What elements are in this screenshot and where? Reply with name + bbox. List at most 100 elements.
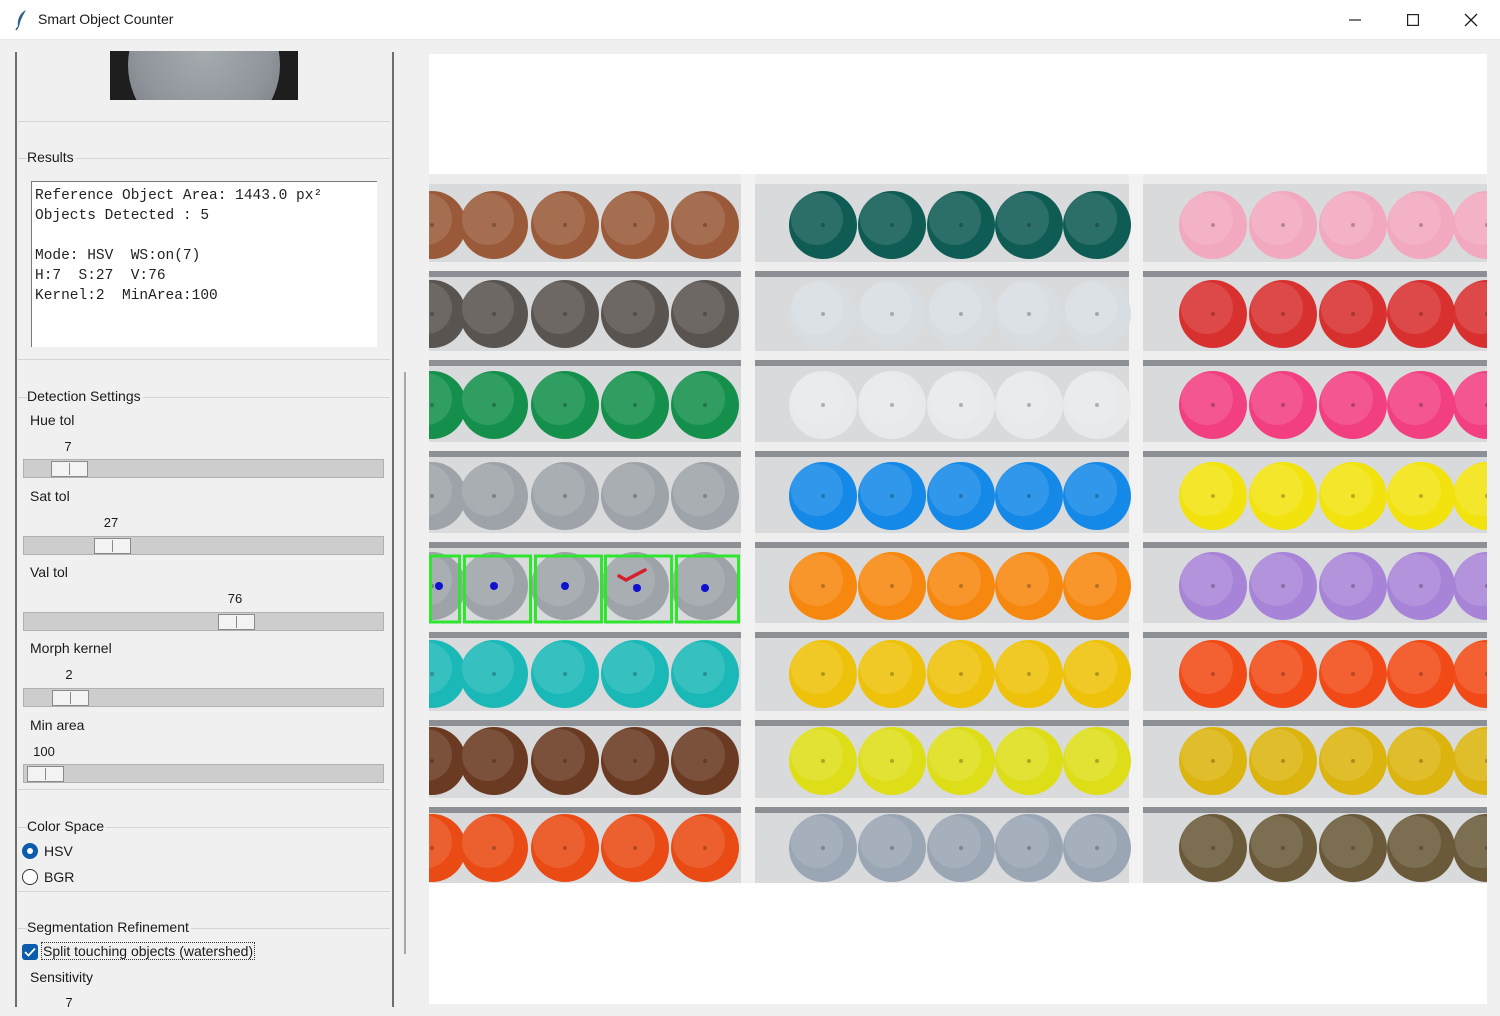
cap-center — [1211, 672, 1215, 676]
maximize-button[interactable] — [1384, 0, 1442, 40]
color-space-frame-label: Color Space — [27, 818, 107, 834]
cap-center — [1095, 846, 1099, 850]
cap-highlight — [533, 642, 585, 694]
cap-highlight — [603, 373, 655, 425]
cap-highlight — [1181, 373, 1233, 425]
slider-thumb[interactable] — [94, 538, 131, 554]
slider-thumb[interactable] — [52, 690, 89, 706]
cap-center — [1351, 494, 1355, 498]
shelf-edge — [429, 542, 1487, 548]
cap-center — [1095, 759, 1099, 763]
centroid-dot — [435, 582, 443, 590]
cap-center — [703, 312, 707, 316]
sat-tol-slider[interactable] — [23, 536, 384, 555]
cap-highlight — [1321, 193, 1373, 245]
cap-highlight — [791, 193, 843, 245]
cap-highlight — [929, 193, 981, 245]
cap-center — [703, 672, 707, 676]
cap-highlight — [1065, 373, 1117, 425]
bgr-radio-label[interactable]: BGR — [44, 869, 74, 885]
cap-highlight — [997, 193, 1049, 245]
slider-thumb[interactable] — [218, 614, 255, 630]
shelf-board — [429, 351, 1487, 360]
divider — [18, 359, 390, 360]
cap-center — [492, 846, 496, 850]
cap-highlight — [860, 816, 912, 868]
cap-highlight — [1065, 554, 1117, 606]
cap-highlight — [603, 816, 655, 868]
cap-center — [821, 759, 825, 763]
cap-highlight — [1181, 816, 1233, 868]
cap-center — [821, 312, 825, 316]
shelf-edge — [429, 451, 1487, 457]
cap-center — [430, 846, 434, 850]
cap-highlight — [860, 282, 912, 334]
cap-highlight — [1065, 642, 1117, 694]
cap-highlight — [1251, 282, 1303, 334]
results-line: Reference Object Area: 1443.0 px² — [35, 188, 323, 204]
cap-highlight — [462, 282, 514, 334]
cap-center — [1095, 223, 1099, 227]
shelf-board — [429, 623, 1487, 632]
cap-center — [890, 846, 894, 850]
cap-highlight — [1181, 729, 1233, 781]
hsv-radio[interactable] — [22, 843, 38, 859]
shelf-edge — [429, 360, 1487, 366]
results-line — [35, 226, 377, 246]
close-button[interactable] — [1442, 0, 1500, 40]
divider — [18, 121, 390, 122]
cap-center — [633, 846, 637, 850]
cap-center — [1351, 584, 1355, 588]
cap-highlight — [997, 554, 1049, 606]
cap-center — [430, 494, 434, 498]
cap-center — [1095, 403, 1099, 407]
min-area-label: Min area — [30, 717, 85, 733]
shelf-board — [429, 262, 1487, 271]
cap-highlight — [462, 373, 514, 425]
bgr-radio[interactable] — [22, 869, 38, 885]
watershed-checkbox-label[interactable]: Split touching objects (watershed) — [40, 942, 256, 960]
cap-center — [959, 403, 963, 407]
cap-center — [563, 846, 567, 850]
hsv-radio-label[interactable]: HSV — [44, 843, 73, 859]
cap-highlight — [462, 816, 514, 868]
cap-center — [1211, 494, 1215, 498]
cap-center — [1281, 759, 1285, 763]
cap-center — [1027, 403, 1031, 407]
cap-highlight — [673, 554, 725, 606]
slider-thumb[interactable] — [51, 461, 88, 477]
watershed-checkbox[interactable] — [22, 944, 38, 960]
cap-highlight — [1389, 464, 1441, 516]
panel-border-right — [392, 52, 394, 1007]
cap-highlight — [929, 729, 981, 781]
sensitivity-value: 7 — [65, 995, 73, 1010]
cap-highlight — [1321, 816, 1373, 868]
panel-scrollbar[interactable] — [404, 372, 406, 954]
cap-center — [821, 846, 825, 850]
results-text[interactable]: Reference Object Area: 1443.0 px² Objects… — [31, 181, 377, 347]
slider-thumb[interactable] — [27, 766, 64, 782]
cap-highlight — [929, 373, 981, 425]
cap-center — [1211, 312, 1215, 316]
centroid-dot — [561, 582, 569, 590]
minimize-button[interactable] — [1326, 0, 1384, 40]
cap-highlight — [929, 642, 981, 694]
min-area-slider[interactable] — [23, 764, 384, 783]
segmentation-frame-label: Segmentation Refinement — [27, 919, 191, 935]
cap-center — [1419, 312, 1423, 316]
shelf-top — [429, 174, 1487, 184]
cap-center — [1281, 584, 1285, 588]
hue-tol-slider[interactable] — [23, 459, 384, 478]
cap-highlight — [603, 729, 655, 781]
cap-highlight — [791, 464, 843, 516]
results-frame-label: Results — [27, 149, 76, 165]
image-canvas[interactable] — [429, 54, 1487, 1004]
close-icon — [1464, 13, 1478, 27]
cap-center — [563, 759, 567, 763]
cap-highlight — [997, 464, 1049, 516]
morph-kernel-slider[interactable] — [23, 688, 384, 707]
detection-frame-label: Detection Settings — [27, 388, 143, 404]
hue-tol-value: 7 — [64, 439, 72, 454]
cap-center — [890, 223, 894, 227]
val-tol-slider[interactable] — [23, 612, 384, 631]
